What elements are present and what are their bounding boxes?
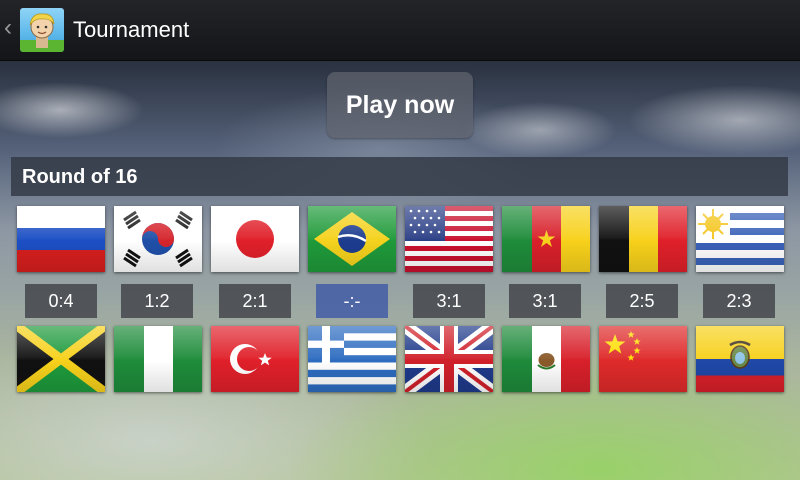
flag-ecuador[interactable] xyxy=(696,326,784,392)
flag-russia[interactable] xyxy=(17,206,105,272)
flag-united-kingdom[interactable] xyxy=(405,326,493,392)
flag-greece[interactable] xyxy=(308,326,396,392)
flag-brazil[interactable] xyxy=(308,206,396,272)
play-now-button[interactable]: Play now xyxy=(327,72,473,138)
flag-uruguay[interactable] xyxy=(696,206,784,272)
match-score: 0:4 xyxy=(25,284,97,318)
match-score: 1:2 xyxy=(121,284,193,318)
flag-cameroon[interactable] xyxy=(502,206,590,272)
match-score: 3:1 xyxy=(509,284,581,318)
flag-turkey[interactable] xyxy=(211,326,299,392)
flag-japan[interactable] xyxy=(211,206,299,272)
flag-nigeria[interactable] xyxy=(114,326,202,392)
flag-mexico[interactable] xyxy=(502,326,590,392)
flag-south-korea[interactable] xyxy=(114,206,202,272)
app-title: Tournament xyxy=(73,17,190,42)
match-score: 2:5 xyxy=(606,284,678,318)
boy-avatar-icon[interactable] xyxy=(20,8,64,52)
match-score-pending: -:- xyxy=(316,284,388,318)
match-score: 3:1 xyxy=(413,284,485,318)
chevron-left-icon[interactable]: ‹ xyxy=(4,16,12,40)
flag-jamaica[interactable] xyxy=(17,326,105,392)
round-header: Round of 16 xyxy=(11,157,788,196)
action-bar: ‹ Tournament xyxy=(0,0,800,61)
flag-belgium[interactable] xyxy=(599,206,687,272)
match-score: 2:3 xyxy=(703,284,775,318)
flag-china[interactable] xyxy=(599,326,687,392)
match-score: 2:1 xyxy=(219,284,291,318)
round-title: Round of 16 xyxy=(22,166,138,188)
flag-united-states[interactable] xyxy=(405,206,493,272)
